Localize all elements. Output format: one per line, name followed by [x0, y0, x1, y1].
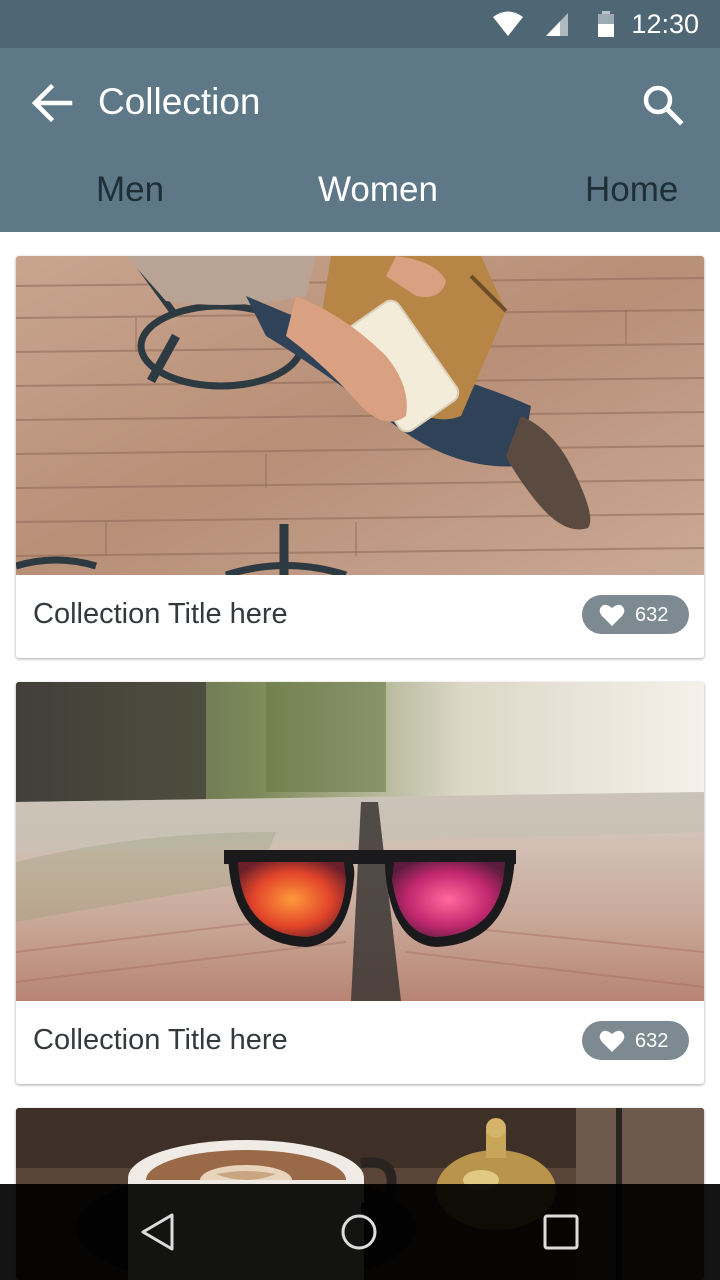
app-bar: Collection Men Women Home	[0, 48, 720, 232]
heart-icon	[599, 1030, 625, 1052]
like-button[interactable]: 632	[582, 595, 689, 634]
like-count: 632	[635, 1030, 669, 1052]
arrow-back-icon[interactable]	[26, 76, 80, 130]
status-time: 12:30	[631, 9, 699, 39]
heart-icon	[599, 604, 625, 626]
tab-women[interactable]: Women	[318, 166, 438, 214]
search-icon[interactable]	[636, 78, 690, 132]
home-circle-icon[interactable]	[335, 1208, 383, 1256]
woman-holding-wallet-photo[interactable]	[16, 256, 704, 575]
page-title: Collection	[98, 81, 261, 122]
status-bar: 12:30	[0, 0, 720, 48]
battery-icon	[598, 11, 614, 37]
like-button[interactable]: 632	[582, 1021, 689, 1060]
collection-card[interactable]: Collection Title here 632	[16, 682, 704, 1084]
card-title: Collection Title here	[33, 1024, 288, 1056]
tab-men[interactable]: Men	[96, 166, 164, 214]
collection-card[interactable]: Collection Title here 632	[16, 256, 704, 658]
tab-bar: Men Women Home	[0, 166, 720, 214]
navigation-bar	[0, 1184, 720, 1280]
wifi-icon	[493, 11, 523, 36]
like-count: 632	[635, 604, 669, 626]
back-triangle-icon[interactable]	[134, 1208, 182, 1256]
sunglasses-on-bench-photo[interactable]	[16, 682, 704, 1001]
card-title: Collection Title here	[33, 598, 288, 630]
cell-signal-icon	[546, 13, 568, 36]
recents-square-icon[interactable]	[537, 1208, 585, 1256]
tab-home[interactable]: Home	[585, 166, 678, 214]
